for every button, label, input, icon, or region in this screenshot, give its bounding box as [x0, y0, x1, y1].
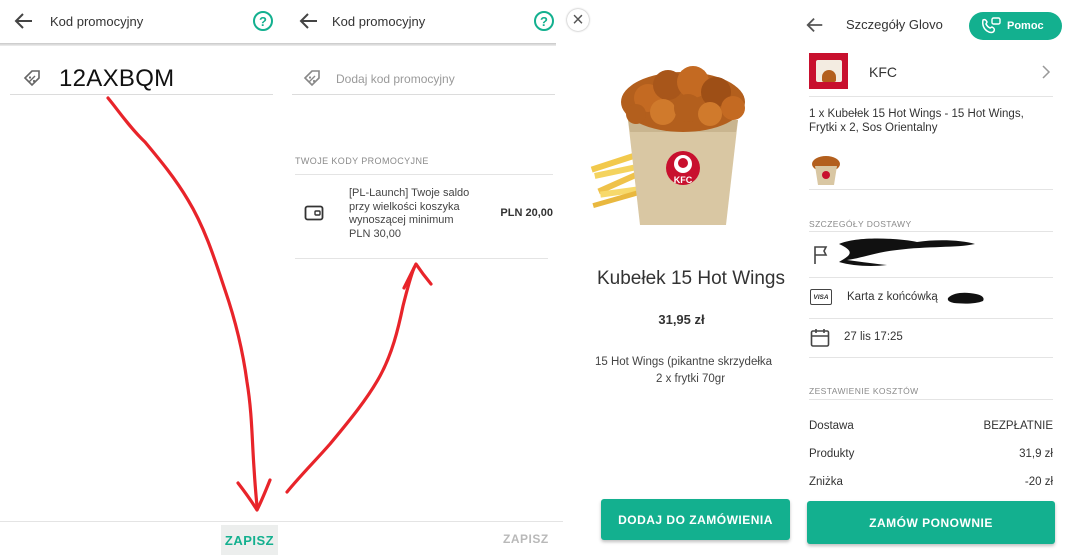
- close-icon[interactable]: ×: [567, 9, 589, 31]
- section-divider: [295, 174, 553, 175]
- svg-text:KFC: KFC: [674, 175, 693, 185]
- divider: [809, 231, 1053, 232]
- help-label: Pomoc: [1007, 20, 1044, 32]
- back-arrow-icon[interactable]: [13, 10, 35, 32]
- help-button[interactable]: Pomoc: [969, 12, 1062, 40]
- section-label: TWOJE KODY PROMOCYJNE: [295, 156, 429, 166]
- wings-illustration: [621, 66, 745, 132]
- header-divider: [285, 43, 556, 46]
- cost-row: Produkty 31,9 zł: [809, 448, 1053, 462]
- promo-text-line: [PL-Launch] Twoje saldo: [349, 187, 470, 199]
- page-title: Szczegóły Glovo: [846, 17, 943, 32]
- help-icon[interactable]: ?: [534, 11, 554, 31]
- order-line: Frytki x 2, Sos Orientalny: [809, 122, 938, 134]
- discount-tag-icon: [23, 69, 40, 86]
- promo-code-placeholder: Dodaj kod promocyjny: [336, 71, 455, 86]
- promo-code-field[interactable]: Dodaj kod promocyjny: [292, 63, 555, 95]
- product-name: Kubełek 15 Hot Wings: [597, 268, 785, 289]
- cost-row: Zniżka -20 zł: [809, 476, 1053, 490]
- promo-code-field[interactable]: 12AXBQM: [10, 63, 273, 95]
- back-arrow-icon[interactable]: [805, 15, 825, 35]
- redacted-card-digits: [947, 292, 984, 304]
- promo-description: [PL-Launch] Twoje saldo przy wielkości k…: [349, 187, 469, 241]
- discount-tag-icon: [303, 69, 320, 86]
- page-title: Kod promocyjny: [50, 14, 144, 29]
- save-button[interactable]: ZAPISZ: [503, 532, 549, 546]
- cost-label: Zniżka: [809, 476, 843, 488]
- chevron-right-icon: [1042, 65, 1051, 79]
- footer-divider: [0, 521, 285, 522]
- reorder-button[interactable]: ZAMÓW PONOWNIE: [807, 501, 1055, 544]
- cost-label: Produkty: [809, 448, 855, 460]
- order-item-thumbnail: [812, 156, 840, 185]
- save-button[interactable]: ZAPISZ: [221, 525, 278, 555]
- wallet-icon: [304, 205, 324, 221]
- store-row[interactable]: KFC: [809, 53, 1053, 97]
- store-logo: [809, 53, 848, 89]
- divider: [809, 318, 1053, 319]
- delivery-datetime: 27 lis 17:25: [844, 331, 903, 343]
- help-icon[interactable]: ?: [253, 11, 273, 31]
- product-price: 31,95 zł: [658, 312, 705, 327]
- promo-code-screen-list: Kod promocyjny ? Dodaj kod promocyjny TW…: [285, 0, 563, 559]
- cost-value: 31,9 zł: [1019, 448, 1053, 460]
- description-line: 2 x frytki 70gr: [656, 373, 726, 385]
- phone-chat-icon: [982, 17, 1001, 34]
- divider: [809, 399, 1053, 400]
- add-to-order-button[interactable]: DODAJ DO ZAMÓWIENIA: [601, 499, 790, 540]
- cost-label: Dostawa: [809, 420, 854, 432]
- delivery-section-label: SZCZEGÓŁY DOSTAWY: [809, 219, 912, 229]
- promo-amount: PLN 20,00: [500, 207, 553, 219]
- divider: [809, 277, 1053, 278]
- promo-code-card[interactable]: [PL-Launch] Twoje saldo przy wielkości k…: [295, 180, 560, 260]
- product-image: KFC: [590, 66, 745, 225]
- cost-value: -20 zł: [1024, 476, 1053, 488]
- order-items: 1 x Kubełek 15 Hot Wings - 15 Hot Wings,…: [809, 107, 1024, 135]
- product-description: 15 Hot Wings (pikantne skrzydełka 2 x fr…: [595, 354, 772, 388]
- store-name: KFC: [869, 64, 897, 80]
- header: Kod promocyjny ?: [285, 0, 563, 44]
- divider: [809, 357, 1053, 358]
- calendar-icon: [810, 329, 830, 347]
- promo-text-line: przy wielkości koszyka: [349, 200, 460, 213]
- divider: [809, 189, 1053, 190]
- promo-text-line: wynoszącej minimum: [349, 214, 454, 226]
- promo-code-value: 12AXBQM: [59, 64, 175, 92]
- description-line: 15 Hot Wings (pikantne skrzydełka: [595, 356, 773, 368]
- card-divider: [295, 258, 548, 259]
- promo-code-screen-entry: Kod promocyjny ? 12AXBQM ZAPISZ: [0, 0, 285, 559]
- visa-card-icon: VISA: [810, 289, 832, 305]
- redacted-address: [839, 238, 975, 266]
- product-detail-screen: × KFC Kubełek 15 Hot Wings 31,95 zł 15 H…: [563, 0, 800, 559]
- order-line: 1 x Kubełek 15 Hot Wings - 15 Hot Wings,: [809, 108, 1024, 120]
- back-arrow-icon[interactable]: [298, 10, 320, 32]
- cost-row: Dostawa BEZPŁATNIE: [809, 420, 1053, 434]
- cost-value: BEZPŁATNIE: [983, 420, 1053, 432]
- order-details-screen: Szczegóły Glovo Pomoc KFC 1 x Kubełek 15…: [800, 0, 1080, 559]
- flag-icon: [814, 246, 828, 264]
- payment-card-label: Karta z końcówką: [847, 291, 938, 303]
- promo-text-line: PLN 30,00: [349, 227, 401, 240]
- costs-section-label: ZESTAWIENIE KOSZTÓW: [809, 386, 919, 396]
- header: Kod promocyjny ?: [0, 0, 285, 44]
- footer-divider: [285, 521, 563, 522]
- page-title: Kod promocyjny: [332, 14, 426, 29]
- header-divider: [0, 43, 285, 46]
